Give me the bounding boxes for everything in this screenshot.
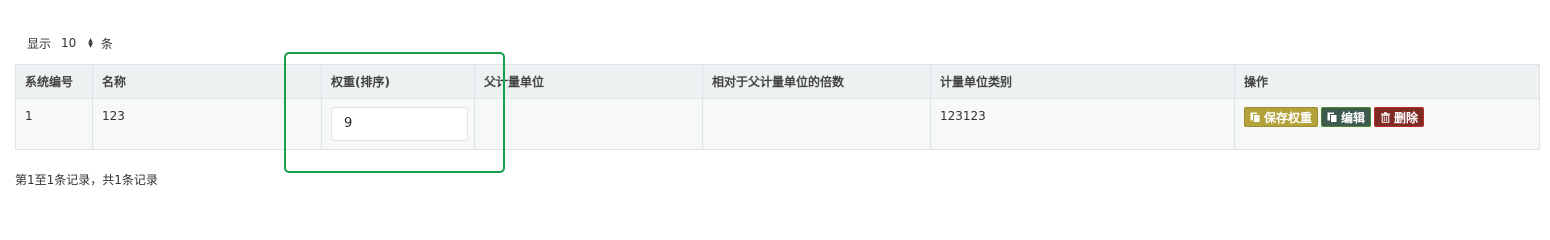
header-category[interactable]: 计量单位类别 <box>930 64 1235 99</box>
data-table: 系统编号 名称 权重(排序) 父计量单位 相对于父计量单位的倍数 计量单位类别 … <box>15 64 1540 150</box>
header-weight[interactable]: 权重(排序) <box>321 64 475 99</box>
page-length-value: 10 <box>61 36 77 50</box>
table-row: 1 123 9 123123 保存权重 编辑 删除 <box>15 98 1540 150</box>
row-actions: 保存权重 编辑 删除 <box>1244 107 1530 127</box>
updown-arrows-icon: ▲ ▼ <box>88 37 93 49</box>
trash-icon <box>1381 111 1391 123</box>
cell-parent-unit <box>474 98 703 150</box>
header-actions: 操作 <box>1234 64 1540 99</box>
copy-icon <box>1250 112 1261 123</box>
cell-name: 123 <box>92 98 322 150</box>
save-weight-label: 保存权重 <box>1264 110 1313 125</box>
cell-id: 1 <box>15 98 93 150</box>
page: 显示 10 ▲ ▼ 条 系统编号 名称 权重(排序) 父计量单位 相对于父计量单位 <box>0 0 1550 211</box>
length-label-prefix: 显示 <box>27 36 52 51</box>
edit-label: 编辑 <box>1341 110 1366 125</box>
edit-button[interactable]: 编辑 <box>1321 107 1372 127</box>
header-parent-unit[interactable]: 父计量单位 <box>474 64 703 99</box>
delete-button[interactable]: 删除 <box>1374 107 1425 127</box>
table-info: 第1至1条记录，共1条记录 <box>15 173 158 187</box>
length-label-suffix: 条 <box>100 36 113 51</box>
save-weight-button[interactable]: 保存权重 <box>1244 107 1319 127</box>
delete-label: 删除 <box>1394 110 1419 125</box>
cell-actions: 保存权重 编辑 删除 <box>1234 98 1540 150</box>
cell-multiple <box>702 98 931 150</box>
header-multiple[interactable]: 相对于父计量单位的倍数 <box>702 64 931 99</box>
page-length-select[interactable]: 10 ▲ ▼ <box>59 35 95 51</box>
cell-weight: 9 <box>321 98 475 150</box>
weight-input[interactable]: 9 <box>331 107 468 141</box>
header-id[interactable]: 系统编号 <box>15 64 93 99</box>
page-length-control: 显示 10 ▲ ▼ 条 <box>27 35 113 51</box>
header-name[interactable]: 名称 <box>92 64 322 99</box>
cell-category: 123123 <box>930 98 1235 150</box>
copy-icon <box>1327 112 1338 123</box>
table-header-row: 系统编号 名称 权重(排序) 父计量单位 相对于父计量单位的倍数 计量单位类别 … <box>15 64 1540 99</box>
